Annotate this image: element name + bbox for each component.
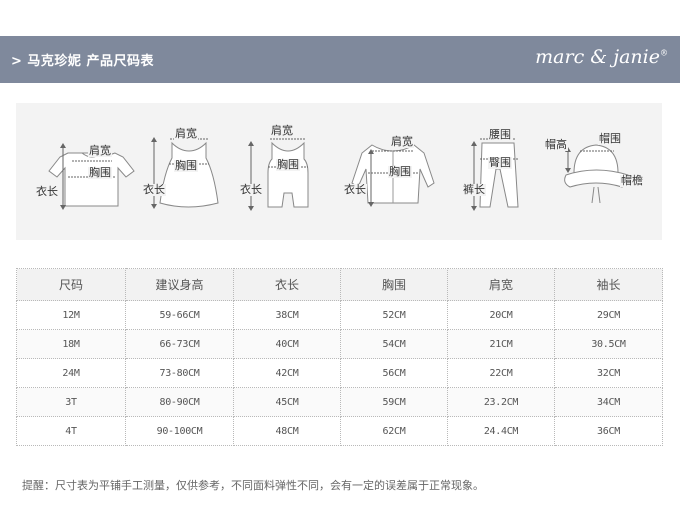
table-cell: 32CM — [554, 358, 663, 388]
dress-diagram: 肩宽 胸围 衣长 — [142, 103, 232, 240]
tshirt-chest-label: 胸围 — [88, 166, 112, 179]
page-title: > 马克珍妮 产品尺码表 — [11, 54, 154, 69]
table-cell: 24M — [16, 358, 126, 388]
table-cell: 80-90CM — [125, 387, 234, 417]
table-cell: 22CM — [447, 358, 555, 388]
jacket-length-label: 衣长 — [343, 183, 367, 196]
tshirt-icon — [48, 143, 135, 210]
table-cell: 38CM — [233, 300, 341, 330]
pants-waist-label: 腰围 — [488, 128, 512, 141]
romper-shoulder-label: 肩宽 — [270, 124, 294, 137]
table-row: 3T 80-90CM 45CM 59CM 23.2CM 34CM — [16, 387, 663, 417]
romper-chest-label: 胸围 — [276, 158, 300, 171]
table-cell: 73-80CM — [125, 358, 234, 388]
header-sleeve: 袖长 — [554, 268, 663, 301]
tshirt-shoulder-label: 肩宽 — [88, 144, 112, 157]
table-cell: 12M — [16, 300, 126, 330]
pants-icon — [471, 138, 519, 211]
table-cell: 54CM — [340, 329, 448, 359]
table-cell: 42CM — [233, 358, 341, 388]
header-chest: 胸围 — [340, 268, 448, 301]
header-shoulder: 肩宽 — [447, 268, 555, 301]
table-row: 4T 90-100CM 48CM 62CM 24.4CM 36CM — [16, 416, 663, 446]
dress-chest-label: 胸围 — [174, 159, 198, 172]
hat-circumference-label: 帽围 — [598, 132, 622, 145]
table-cell: 59-66CM — [125, 300, 234, 330]
size-table: 尺码 建议身高 衣长 胸围 肩宽 袖长 12M 59-66CM 38CM 52C… — [16, 268, 663, 446]
table-cell: 59CM — [340, 387, 448, 417]
table-cell: 36CM — [554, 416, 663, 446]
header-length: 衣长 — [233, 268, 341, 301]
table-row: 24M 73-80CM 42CM 56CM 22CM 32CM — [16, 358, 663, 388]
table-cell: 21CM — [447, 329, 555, 359]
table-cell: 40CM — [233, 329, 341, 359]
brand-registered-mark: ® — [660, 48, 668, 58]
table-cell: 23.2CM — [447, 387, 555, 417]
jacket-icon — [351, 144, 435, 207]
dress-length-label: 衣长 — [142, 183, 166, 196]
tshirt-length-label: 衣长 — [35, 185, 59, 198]
dress-shoulder-label: 肩宽 — [174, 127, 198, 140]
hat-height-label: 帽高 — [544, 138, 568, 151]
jacket-shoulder-label: 肩宽 — [390, 135, 414, 148]
table-cell: 18M — [16, 329, 126, 359]
table-cell: 48CM — [233, 416, 341, 446]
pants-hip-label: 臀围 — [488, 156, 512, 169]
table-cell: 29CM — [554, 300, 663, 330]
tshirt-diagram: 肩宽 胸围 衣长 — [32, 103, 142, 240]
measurement-note: 提醒：尺寸表为平铺手工测量，仅供参考，不同面料弹性不同，会有一定的误差属于正常现… — [22, 479, 484, 492]
romper-diagram: 肩宽 胸围 衣长 — [232, 103, 332, 240]
romper-length-label: 衣长 — [239, 183, 263, 196]
header-height: 建议身高 — [125, 268, 234, 301]
hat-icon — [564, 144, 634, 204]
table-cell: 34CM — [554, 387, 663, 417]
brand-name: marc & janie — [535, 46, 660, 68]
table-cell: 52CM — [340, 300, 448, 330]
table-cell: 24.4CM — [447, 416, 555, 446]
pants-diagram: 腰围 臀围 裤长 — [442, 103, 532, 240]
brand-logo: marc & janie® — [535, 46, 668, 68]
table-cell: 4T — [16, 416, 126, 446]
measurement-diagrams: 肩宽 胸围 衣长 肩宽 胸围 衣长 肩宽 胸围 衣长 肩宽 胸围 衣长 腰围 臀… — [16, 103, 662, 240]
jacket-diagram: 肩宽 胸围 衣长 — [332, 103, 442, 240]
table-cell: 66-73CM — [125, 329, 234, 359]
hat-brim-label: 帽檐 — [620, 174, 644, 187]
table-cell: 56CM — [340, 358, 448, 388]
jacket-chest-label: 胸围 — [388, 165, 412, 178]
hat-diagram: 帽高 帽围 帽檐 — [532, 103, 662, 240]
table-cell: 90-100CM — [125, 416, 234, 446]
table-row: 12M 59-66CM 38CM 52CM 20CM 29CM — [16, 300, 663, 330]
header-banner: > 马克珍妮 产品尺码表 marc & janie® — [0, 36, 680, 83]
table-header-row: 尺码 建议身高 衣长 胸围 肩宽 袖长 — [16, 268, 663, 301]
table-cell: 62CM — [340, 416, 448, 446]
table-row: 18M 66-73CM 40CM 54CM 21CM 30.5CM — [16, 329, 663, 359]
table-cell: 30.5CM — [554, 329, 663, 359]
table-cell: 3T — [16, 387, 126, 417]
header-size: 尺码 — [16, 268, 126, 301]
table-cell: 20CM — [447, 300, 555, 330]
pants-length-label: 裤长 — [462, 183, 486, 196]
table-cell: 45CM — [233, 387, 341, 417]
